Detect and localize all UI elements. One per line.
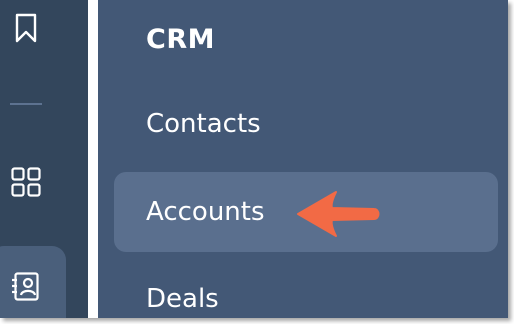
nav-item-label: Deals xyxy=(146,284,219,314)
nav-item-label: Accounts xyxy=(146,197,265,227)
nav-item-label: Contacts xyxy=(146,109,261,139)
contact-card-icon[interactable] xyxy=(11,272,41,302)
bookmark-icon[interactable] xyxy=(14,13,38,43)
grid-icon[interactable] xyxy=(11,167,41,197)
panel-title: CRM xyxy=(146,24,215,55)
rail-divider xyxy=(10,103,42,105)
arrow-left-icon xyxy=(297,191,380,237)
app-window: CRM Contacts Accounts Deals xyxy=(0,0,508,318)
panel-separator xyxy=(88,0,98,318)
crm-nav-panel: CRM Contacts Accounts Deals xyxy=(98,0,508,318)
icon-rail xyxy=(0,0,88,318)
nav-item-deals[interactable]: Deals xyxy=(114,259,498,318)
nav-item-contacts[interactable]: Contacts xyxy=(114,84,498,164)
